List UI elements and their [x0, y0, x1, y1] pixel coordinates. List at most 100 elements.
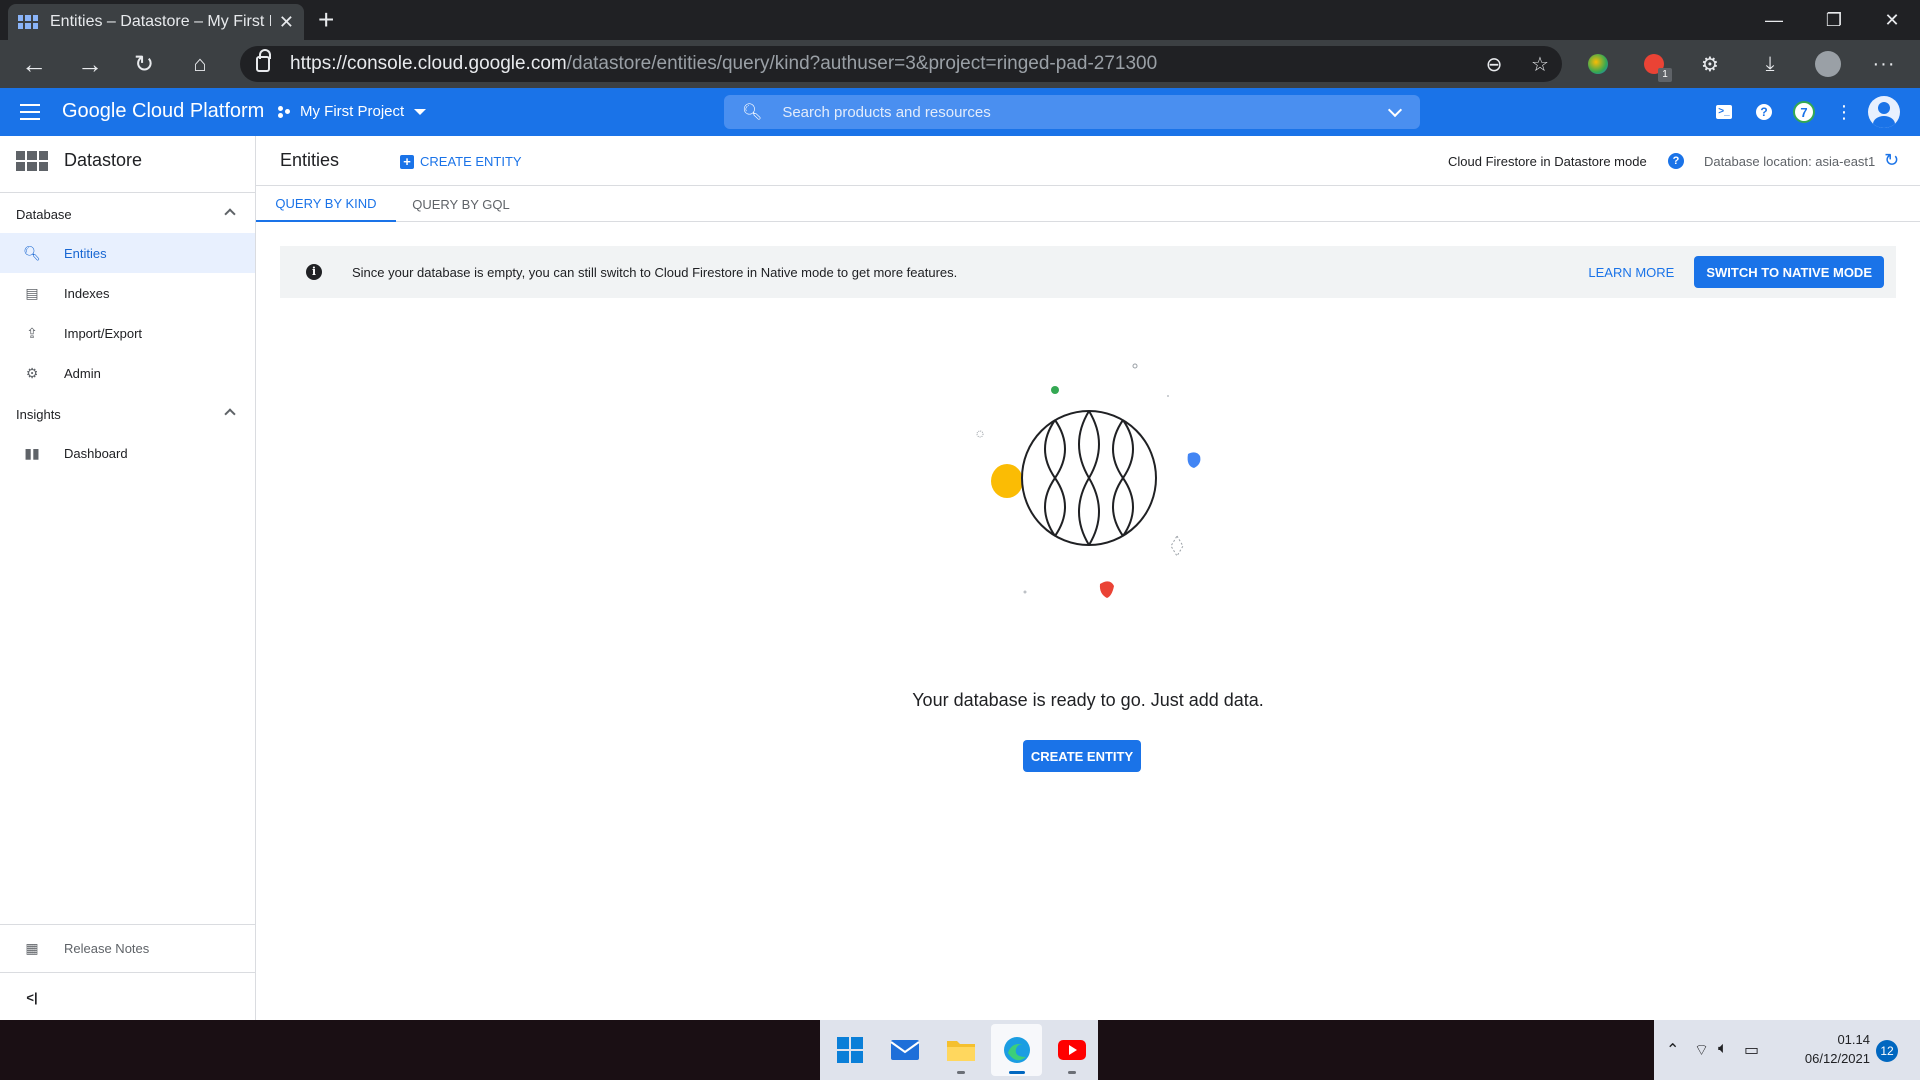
search-placeholder: Search products and resources: [782, 103, 991, 121]
sidebar-item-release-notes[interactable]: ▦ Release Notes: [0, 928, 255, 968]
account-avatar[interactable]: [1868, 96, 1900, 128]
forward-button[interactable]: →: [74, 48, 106, 80]
chevron-up-icon[interactable]: [224, 208, 236, 220]
datastore-grid-icon: [16, 150, 48, 171]
red-blob-icon: [1099, 581, 1114, 598]
collapse-sidebar-button[interactable]: <|: [0, 976, 255, 1018]
close-window-button[interactable]: ✕: [1864, 0, 1920, 40]
notifications-badge[interactable]: 7: [1792, 100, 1816, 124]
sidebar-item-label: Admin: [64, 365, 101, 381]
brand-title[interactable]: Google Cloud Platform: [62, 100, 264, 123]
tab-query-by-gql[interactable]: QUERY BY GQL: [396, 186, 526, 222]
gcp-header: Google Cloud Platform My First Project 🔍…: [0, 88, 1920, 136]
divider: [0, 972, 256, 973]
restore-button[interactable]: ❐: [1806, 0, 1862, 40]
project-selector[interactable]: My First Project: [278, 103, 427, 120]
chevron-down-icon[interactable]: [1387, 102, 1403, 118]
notification-center-badge[interactable]: 12: [1876, 1040, 1898, 1062]
section-insights[interactable]: Insights: [16, 407, 240, 422]
yellow-blob-icon: [991, 464, 1023, 498]
sidebar-item-label: Release Notes: [64, 940, 150, 956]
chevron-up-icon[interactable]: [224, 408, 236, 420]
wifi-icon[interactable]: ⌔: [1694, 1040, 1709, 1060]
more-vert-icon[interactable]: ⋮: [1832, 100, 1856, 124]
banner-message: Since your database is empty, you can st…: [352, 264, 958, 280]
url-host: https://console.cloud.google.com: [290, 53, 567, 74]
sparkle-icon: [1132, 363, 1138, 369]
sparkle-icon: [1023, 590, 1027, 594]
green-dot-icon: [1051, 386, 1059, 394]
clock[interactable]: 01.14 06/12/2021: [1790, 1030, 1870, 1068]
more-menu-icon[interactable]: ···: [1870, 50, 1898, 78]
database-location: Database location: asia-east1: [1704, 154, 1876, 169]
project-dots-icon: [278, 105, 292, 118]
youtube-app[interactable]: [1046, 1024, 1098, 1076]
back-button[interactable]: ←: [18, 48, 50, 80]
collapse-icon: <|: [26, 989, 38, 1005]
sidebar-item-import-export[interactable]: ⇪ Import/Export: [0, 313, 255, 353]
search-bar[interactable]: 🔍︎ Search products and resources: [724, 95, 1420, 129]
tab-query-by-kind[interactable]: QUERY BY KIND: [256, 186, 396, 222]
sidebar-item-dashboard[interactable]: ▮▮ Dashboard: [0, 433, 255, 473]
search-icon: 🔍︎: [742, 104, 763, 121]
zoom-icon[interactable]: ⊖: [1480, 50, 1508, 78]
section-label: Database: [16, 207, 72, 222]
youtube-icon: [1058, 1040, 1087, 1060]
sidebar-item-admin[interactable]: ⚙ Admin: [0, 353, 255, 393]
section-database[interactable]: Database: [16, 207, 240, 222]
chevron-up-icon[interactable]: ⌃: [1666, 1040, 1679, 1060]
help-icon[interactable]: ?: [1752, 100, 1776, 124]
favorite-star-icon[interactable]: ☆: [1526, 50, 1554, 78]
hamburger-menu-icon[interactable]: [20, 104, 40, 120]
divider: [0, 192, 256, 193]
info-icon: i: [306, 264, 322, 280]
downloads-icon[interactable]: ⤓: [1756, 50, 1784, 78]
profile-avatar-icon[interactable]: [1814, 50, 1842, 78]
url-path: /datastore/entities/query/kind?authuser=…: [566, 53, 1158, 74]
bar-chart-icon: ▮▮: [24, 444, 40, 461]
help-icon[interactable]: ?: [1668, 153, 1684, 169]
battery-icon[interactable]: ▭: [1744, 1040, 1759, 1060]
sidebar-item-entities[interactable]: 🔍︎ Entities: [0, 233, 255, 273]
sidebar-item-label: Import/Export: [64, 325, 143, 341]
extension-badge: 1: [1658, 68, 1672, 82]
project-name: My First Project: [300, 103, 405, 120]
notification-count: 7: [1793, 101, 1815, 123]
running-indicator: [1068, 1071, 1077, 1074]
reload-button[interactable]: ↻: [128, 48, 160, 80]
browser-tab[interactable]: Entities – Datastore – My First Pr ✕: [8, 4, 304, 40]
add-box-icon: +: [400, 154, 414, 169]
edge-app[interactable]: [990, 1024, 1043, 1076]
minimize-button[interactable]: —: [1746, 0, 1802, 40]
extensions-puzzle-icon[interactable]: ⚙: [1696, 50, 1724, 78]
volume-icon[interactable]: 🔈︎: [1718, 1040, 1728, 1058]
lock-icon: [256, 49, 271, 72]
learn-more-link[interactable]: LEARN MORE: [1588, 265, 1674, 280]
sidebar-item-label: Indexes: [64, 285, 110, 301]
start-button[interactable]: [824, 1024, 876, 1076]
close-tab-icon[interactable]: ✕: [279, 12, 294, 33]
mail-app[interactable]: [880, 1024, 932, 1076]
edge-icon: [1003, 1037, 1030, 1063]
mail-icon: [890, 1040, 920, 1060]
sidebar-header: Datastore: [16, 150, 142, 171]
taskbar-apps: [820, 1020, 1098, 1080]
create-entity-button[interactable]: CREATE ENTITY: [1023, 740, 1141, 772]
cloud-shell-icon[interactable]: >_: [1712, 100, 1736, 124]
file-explorer-app[interactable]: [935, 1024, 987, 1076]
new-tab-button[interactable]: +: [318, 4, 334, 36]
switch-to-native-mode-button[interactable]: SWITCH TO NATIVE MODE: [1694, 256, 1884, 288]
refresh-icon[interactable]: ↻: [1884, 150, 1899, 171]
create-entity-link[interactable]: + CREATE ENTITY: [400, 154, 522, 169]
extension-shield-icon[interactable]: 1: [1640, 50, 1672, 82]
browser-tab-bar: Entities – Datastore – My First Pr ✕ + —…: [0, 0, 1920, 40]
query-tabs: QUERY BY KIND QUERY BY GQL: [256, 186, 1920, 222]
sidebar-item-indexes[interactable]: ▤ Indexes: [0, 273, 255, 313]
clock-date: 06/12/2021: [1804, 1051, 1870, 1066]
extension-globe-icon[interactable]: [1584, 50, 1612, 78]
folder-icon: [946, 1041, 975, 1061]
address-bar: ← → ↻ ⌂ https://console.cloud.google.com…: [0, 40, 1920, 88]
home-button[interactable]: ⌂: [184, 48, 216, 80]
empty-database-illustration: [976, 363, 1201, 598]
url-field[interactable]: https://console.cloud.google.com/datasto…: [240, 46, 1562, 82]
